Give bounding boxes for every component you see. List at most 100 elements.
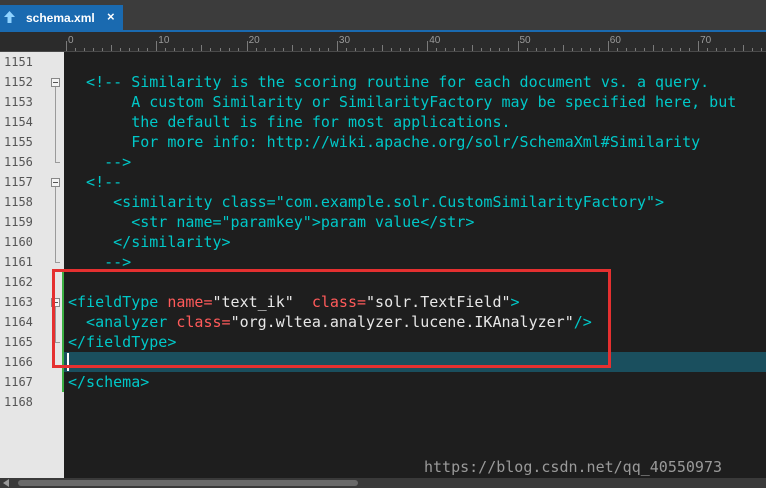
code-line: the default is fine for most application…: [68, 112, 511, 132]
ruler-tick: [156, 41, 158, 51]
ruler-tick: [463, 48, 465, 51]
ruler-tick: [580, 48, 582, 51]
ruler-tick: [436, 48, 438, 51]
line-number: 1165: [4, 335, 33, 349]
ruler-tick: [671, 48, 672, 51]
ruler-tick: [129, 48, 131, 51]
line-number: 1167: [4, 375, 33, 389]
fold-toggle-icon[interactable]: [51, 178, 60, 187]
ruler-corner: [0, 32, 64, 52]
ruler-tick: [237, 48, 239, 51]
line-number: 1166: [4, 355, 33, 369]
line-number: 1152: [4, 75, 33, 89]
ruler-tick: [291, 45, 293, 51]
horizontal-scrollbar[interactable]: [0, 478, 766, 488]
ruler-tick: [273, 48, 275, 51]
ruler-tick: [327, 48, 329, 51]
ruler-tick: [174, 48, 176, 51]
tab-bar: schema.xml ×: [0, 0, 766, 30]
ruler-tick: [535, 48, 537, 51]
ruler-tick: [544, 48, 546, 51]
line-number: 1155: [4, 135, 33, 149]
line-number: 1164: [4, 315, 33, 329]
ruler-tick: [246, 41, 248, 51]
ruler-tick: [147, 48, 149, 51]
ruler-tick: [589, 48, 591, 51]
scrollbar-thumb[interactable]: [18, 480, 358, 486]
ruler-tick: [707, 48, 709, 51]
line-number: 1160: [4, 235, 33, 249]
ruler-tick: [499, 48, 501, 51]
line-number: 1151: [4, 55, 33, 69]
ruler-tick: [336, 41, 338, 51]
code-token: <str name="paramkey">param value</str>: [68, 213, 475, 231]
code-token: <!--: [68, 173, 123, 191]
ruler-tick: [264, 48, 266, 51]
ruler-tick: [725, 48, 727, 51]
ruler-tick: [490, 48, 492, 51]
ruler-tick: [634, 48, 636, 51]
fold-end: [55, 162, 60, 163]
line-number: 1162: [4, 275, 33, 289]
fold-toggle-icon[interactable]: [51, 78, 60, 87]
close-icon[interactable]: ×: [107, 10, 115, 24]
code-token: the default is fine for most application…: [68, 113, 511, 131]
ruler-tick: [138, 48, 140, 51]
line-number: 1168: [4, 395, 33, 409]
ruler-tick: [382, 45, 384, 51]
ruler-tick: [445, 48, 447, 51]
ruler-tick: [427, 41, 429, 51]
code-editor[interactable]: <!-- Similarity is the scoring routine f…: [64, 52, 766, 478]
ruler-tick: [553, 48, 555, 51]
tab-schema-xml[interactable]: schema.xml ×: [0, 5, 123, 30]
ruler-tick: [318, 48, 320, 51]
ruler-tick: [508, 48, 510, 51]
ruler-tick: [607, 41, 609, 51]
ruler-tick: [228, 48, 230, 51]
code-line: <similarity class="com.example.solr.Cust…: [68, 192, 664, 212]
ruler-tick: [391, 48, 393, 51]
ruler-tick: [598, 48, 600, 51]
watermark: https://blog.csdn.net/qq_40550973: [424, 458, 723, 476]
code-line: <!-- Similarity is the scoring routine f…: [68, 72, 709, 92]
ruler-tick: [526, 48, 528, 51]
ruler-tick: [345, 48, 347, 51]
ruler-tick: [472, 45, 474, 51]
highlight-annotation-box: [52, 269, 611, 368]
ruler-tick: [210, 48, 212, 51]
ruler-tick: [111, 45, 113, 51]
ruler-tick: [309, 48, 311, 51]
ruler-tick: [255, 48, 257, 51]
ruler-number: 60: [609, 35, 621, 46]
code-token: </schema>: [68, 373, 150, 391]
ruler-tick: [93, 48, 95, 51]
ruler-tick: [192, 48, 194, 51]
ruler-tick: [517, 41, 519, 51]
ruler-tick: [418, 48, 420, 51]
fold-guide: [55, 87, 56, 162]
ruler-tick: [300, 48, 302, 51]
code-token: For more info: http://wiki.apache.org/so…: [68, 133, 701, 151]
line-number: 1161: [4, 255, 33, 269]
ruler-tick: [400, 48, 402, 51]
ruler-number: 40: [429, 35, 441, 46]
scroll-left-icon[interactable]: [3, 479, 9, 487]
ruler-tick: [373, 48, 375, 51]
ruler-tick: [481, 48, 483, 51]
line-number-gutter: 1151 1152 1153 1154 1155 1156 1157 1158 1159 1160…: [0, 52, 64, 478]
line-number: 1159: [4, 215, 33, 229]
ruler-tick: [643, 48, 645, 51]
ruler-tick: [219, 48, 221, 51]
ruler-tick: [562, 45, 564, 51]
line-number: 1158: [4, 195, 33, 209]
ruler-tick: [743, 45, 745, 51]
ruler-tick: [454, 48, 456, 51]
ruler-number: 0: [68, 35, 74, 46]
ruler-tick: [201, 45, 203, 51]
ruler-tick: [571, 48, 573, 51]
code-line: </schema>: [68, 372, 149, 392]
line-number: 1157: [4, 175, 33, 189]
fold-guide: [55, 187, 56, 262]
code-line: <str name="paramkey">param value</str>: [68, 212, 474, 232]
code-token: -->: [68, 153, 132, 171]
